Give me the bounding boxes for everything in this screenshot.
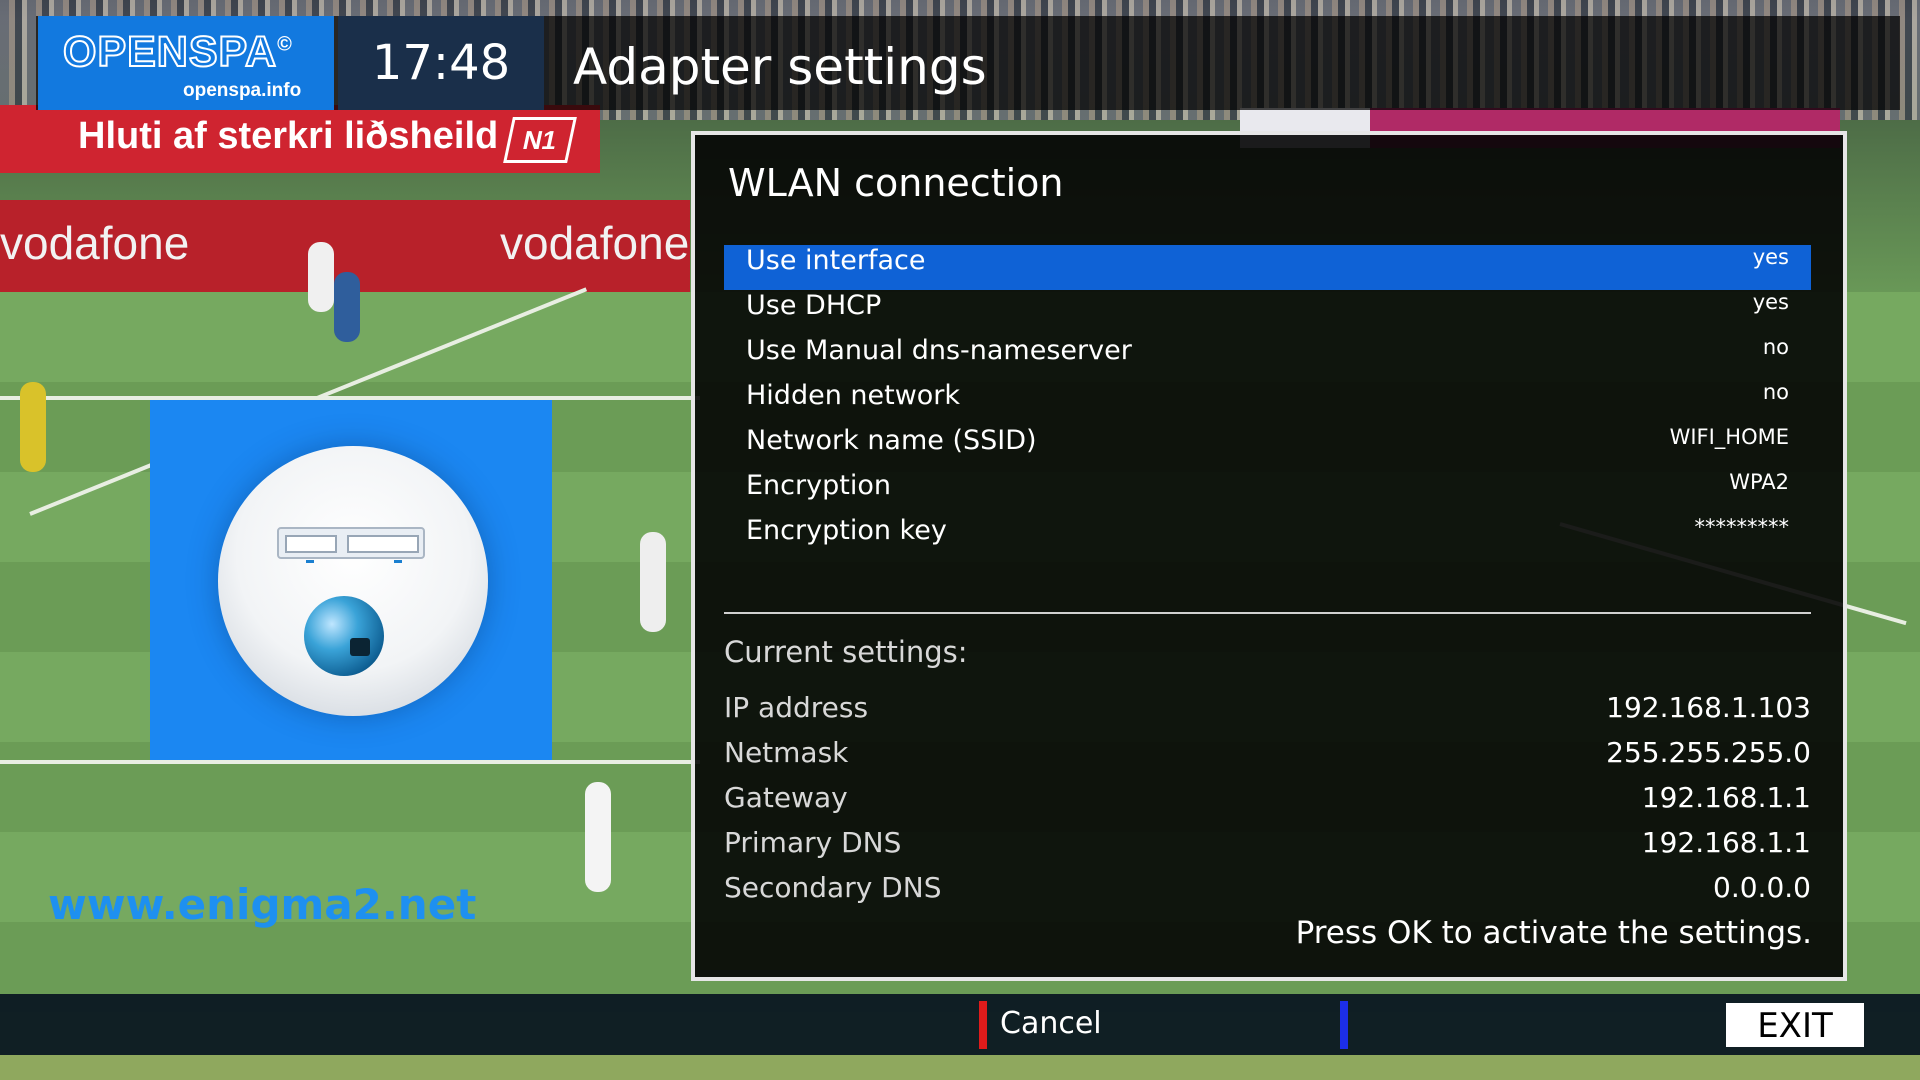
button-bar bbox=[0, 994, 1920, 1055]
config-row-ssid[interactable]: Network name (SSID) WIFI_HOME bbox=[724, 425, 1811, 470]
info-value: 192.168.1.103 bbox=[1606, 691, 1811, 724]
network-adapter-icon bbox=[218, 446, 488, 716]
exit-button[interactable]: EXIT bbox=[1726, 1003, 1864, 1047]
config-value[interactable]: WIFI_HOME bbox=[1670, 425, 1789, 449]
info-label: IP address bbox=[724, 691, 869, 724]
banner-badge: N1 bbox=[503, 117, 577, 163]
config-row-encryption[interactable]: Encryption WPA2 bbox=[724, 470, 1811, 515]
info-label: Secondary DNS bbox=[724, 871, 942, 904]
player bbox=[308, 242, 334, 312]
pitch-line bbox=[0, 760, 700, 764]
config-row-hidden-network[interactable]: Hidden network no bbox=[724, 380, 1811, 425]
pitch-bottom bbox=[0, 1055, 1920, 1080]
config-value[interactable]: ********* bbox=[1695, 515, 1790, 539]
watermark: www.enigma2.net bbox=[48, 880, 477, 929]
config-value[interactable]: no bbox=[1763, 380, 1789, 404]
config-row-use-dhcp[interactable]: Use DHCP yes bbox=[724, 290, 1811, 335]
config-label: Encryption key bbox=[746, 515, 947, 546]
player bbox=[640, 532, 666, 632]
player bbox=[334, 272, 360, 342]
current-settings-title: Current settings: bbox=[724, 635, 968, 669]
info-row-secondary-dns: Secondary DNS 0.0.0.0 bbox=[724, 871, 1811, 916]
globe-icon bbox=[304, 596, 384, 676]
info-value: 192.168.1.1 bbox=[1641, 826, 1811, 859]
info-row-ip: IP address 192.168.1.103 bbox=[724, 691, 1811, 736]
divider bbox=[724, 612, 1811, 614]
sponsor-text-mid: vodafone bbox=[500, 217, 690, 269]
info-value: 255.255.255.0 bbox=[1606, 736, 1811, 769]
openspa-logo: OPENSPA© openspa.info bbox=[38, 16, 334, 110]
screen-title: Adapter settings bbox=[573, 38, 987, 96]
config-row-use-interface[interactable]: Use interface yes bbox=[724, 245, 1811, 290]
red-key-indicator bbox=[979, 1001, 987, 1049]
config-label: Use DHCP bbox=[746, 290, 882, 321]
info-row-gateway: Gateway 192.168.1.1 bbox=[724, 781, 1811, 826]
cancel-button[interactable]: Cancel bbox=[1000, 1006, 1102, 1041]
config-row-manual-dns[interactable]: Use Manual dns-nameserver no bbox=[724, 335, 1811, 380]
sponsor-text-left: vodafone bbox=[0, 217, 190, 269]
sponsor-banner-red: Hluti af sterkri liðsheild N1 bbox=[0, 105, 600, 173]
info-label: Gateway bbox=[724, 781, 848, 814]
config-label: Encryption bbox=[746, 470, 891, 501]
info-value: 0.0.0.0 bbox=[1713, 871, 1811, 904]
config-value[interactable]: yes bbox=[1753, 290, 1789, 314]
config-value[interactable]: WPA2 bbox=[1729, 470, 1789, 494]
banner-text: Hluti af sterkri liðsheild bbox=[78, 115, 499, 157]
config-label: Use Manual dns-nameserver bbox=[746, 335, 1132, 366]
settings-panel: WLAN connection Use interface yes Use DH… bbox=[691, 131, 1847, 981]
config-label: Hidden network bbox=[746, 380, 961, 411]
ok-hint: Press OK to activate the settings. bbox=[1295, 915, 1812, 951]
referee bbox=[20, 382, 46, 472]
config-label: Network name (SSID) bbox=[746, 425, 1037, 456]
info-row-netmask: Netmask 255.255.255.0 bbox=[724, 736, 1811, 781]
router-icon bbox=[277, 527, 425, 563]
logo-text: OPENSPA© bbox=[62, 27, 293, 77]
info-value: 192.168.1.1 bbox=[1641, 781, 1811, 814]
info-row-primary-dns: Primary DNS 192.168.1.1 bbox=[724, 826, 1811, 871]
config-list: Use interface yes Use DHCP yes Use Manua… bbox=[724, 245, 1811, 560]
player bbox=[585, 782, 611, 892]
current-settings-list: IP address 192.168.1.103 Netmask 255.255… bbox=[724, 691, 1811, 916]
config-row-encryption-key[interactable]: Encryption key ********* bbox=[724, 515, 1811, 560]
panel-title: WLAN connection bbox=[728, 161, 1064, 205]
info-label: Netmask bbox=[724, 736, 849, 769]
config-value[interactable]: no bbox=[1763, 335, 1789, 359]
info-label: Primary DNS bbox=[724, 826, 902, 859]
blue-key-indicator[interactable] bbox=[1340, 1001, 1348, 1049]
clock: 17:48 bbox=[338, 16, 544, 110]
config-value[interactable]: yes bbox=[1753, 245, 1789, 269]
logo-url: openspa.info bbox=[183, 80, 302, 101]
config-label: Use interface bbox=[746, 245, 926, 276]
